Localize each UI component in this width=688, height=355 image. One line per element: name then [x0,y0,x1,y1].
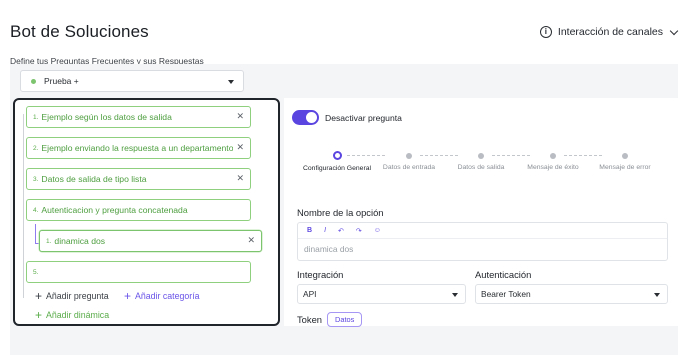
sub-tree-line [35,224,36,244]
emoji-button[interactable]: ☺ [374,227,381,234]
plus-icon: + [35,308,43,322]
step-input-data[interactable]: Datos de entrada [374,150,444,172]
add-category-button[interactable]: + Añadir categoría [124,290,200,302]
toggle-knob [306,112,317,123]
caret-down-icon [654,293,660,297]
add-dynamic-label: Añadir dinámica [46,310,110,320]
integration-value: API [303,289,317,299]
question-number: 1. [46,237,52,245]
step-general-config[interactable]: Configuración General [302,150,372,173]
question-number: 5. [33,268,39,276]
authentication-value: Bearer Token [481,289,531,299]
token-data-chip[interactable]: Datos [327,312,363,327]
integration-label: Integración [297,269,344,280]
toggle-label: Desactivar pregunta [325,113,402,123]
channel-interaction-label: Interacción de canales [557,26,663,38]
step-dot [332,151,342,160]
add-question-button[interactable]: + Añadir pregunta [35,290,109,302]
sub-question-item[interactable]: 1. dinamica dos ✕ [39,230,262,252]
authentication-label: Autenticación [475,269,532,280]
stepper: Configuración General Datos de entrada D… [296,150,676,186]
step-success-message[interactable]: Mensaje de éxito [518,150,588,172]
option-name-editor[interactable]: B I ↶ ↷ ☺ dinamica dos [297,222,668,261]
step-output-data[interactable]: Datos de salida [446,150,516,172]
add-question-label: Añadir pregunta [46,291,109,301]
step-label: Mensaje de error [599,164,651,171]
caret-down-icon [452,293,458,297]
editor-toolbar: B I ↶ ↷ ☺ [298,223,667,239]
question-text: Ejemplo según los datos de salida [41,112,172,122]
step-label: Datos de entrada [382,164,436,171]
close-icon[interactable]: ✕ [236,173,244,184]
token-label: Token [297,314,323,325]
question-item[interactable]: 1. Ejemplo según los datos de salida ✕ [26,106,251,128]
step-dot [622,153,628,159]
authentication-select[interactable]: Bearer Token [475,284,668,304]
question-item[interactable]: 5. [26,261,251,283]
step-label: Mensaje de éxito [527,164,579,171]
question-text: Datos de salida de tipo lista [41,174,147,184]
question-number: 2. [33,144,39,152]
close-icon[interactable]: ✕ [236,111,244,122]
redo-button[interactable]: ↷ [356,227,362,235]
step-dot [406,153,412,159]
undo-button[interactable]: ↶ [338,227,344,235]
question-item[interactable]: 3. Datos de salida de tipo lista ✕ [26,168,251,190]
step-error-message[interactable]: Mensaje de error [590,150,660,172]
page-title: Bot de Soluciones [10,22,149,41]
caret-down-icon [228,80,234,84]
question-item[interactable]: 2. Ejemplo enviando la respuesta a un de… [26,137,251,159]
option-name-label: Nombre de la opción [297,207,384,218]
question-text: dinamica dos [54,236,106,246]
plus-icon: + [35,289,43,303]
questions-panel: 1. Ejemplo según los datos de salida ✕ 2… [13,98,280,326]
question-number: 3. [33,175,39,183]
disable-question-toggle[interactable] [292,110,319,125]
add-category-label: Añadir categoría [135,291,200,301]
bot-selector[interactable]: Prueba + [20,70,244,92]
close-icon[interactable]: ✕ [236,142,244,153]
bold-button[interactable]: B [307,227,312,234]
top-bar: Bot de Soluciones i Interacción de canal… [0,0,688,62]
chevron-down-icon [669,26,679,35]
question-config-panel: Desactivar pregunta Configuración Genera… [284,98,678,327]
add-dynamic-button[interactable]: + Añadir dinámica [35,309,109,321]
question-item[interactable]: 4. Autenticacion y pregunta concatenada [26,199,251,221]
question-number: 4. [33,206,39,214]
close-icon[interactable]: ✕ [247,235,255,246]
status-dot [31,78,36,84]
step-label: Configuración General [302,165,371,172]
step-dot [478,153,484,159]
tree-line [23,114,24,298]
question-number: 1. [33,113,39,121]
step-dot [550,153,556,159]
question-text: Autenticacion y pregunta concatenada [41,205,188,215]
plus-icon: + [124,289,132,303]
bot-selector-value: Prueba + [44,76,79,86]
italic-button[interactable]: I [324,227,326,234]
option-name-text[interactable]: dinamica dos [298,239,667,259]
integration-select[interactable]: API [297,284,466,304]
info-icon: i [539,26,552,38]
step-label: Datos de salida [457,164,505,171]
question-text: Ejemplo enviando la respuesta a un depar… [41,143,234,153]
channel-interaction-menu[interactable]: i Interacción de canales [539,26,679,38]
